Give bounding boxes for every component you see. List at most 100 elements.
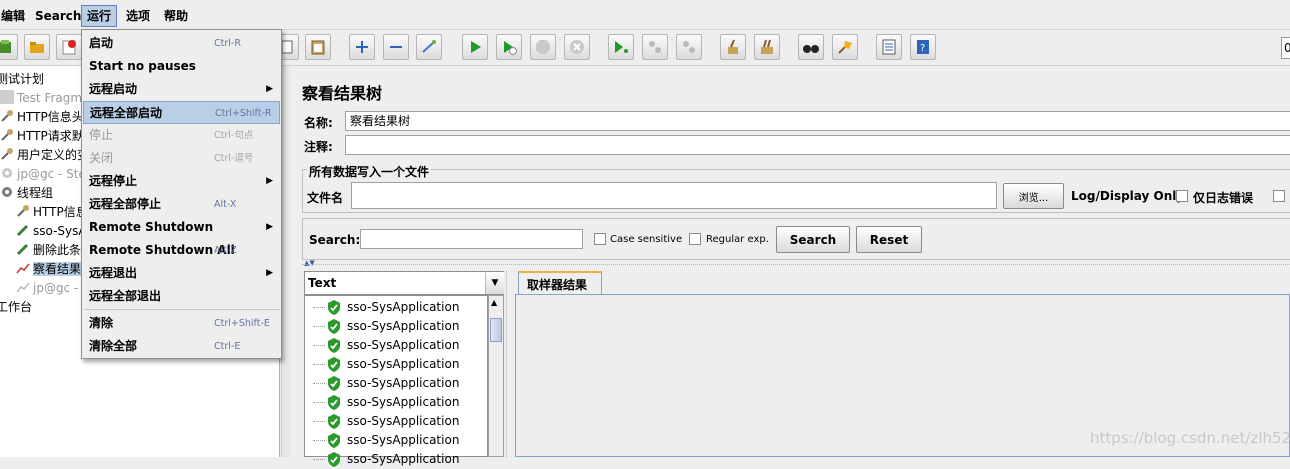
close-file-button[interactable] [56,34,82,60]
tree-item-delete-sampler[interactable]: 删除此条 [16,241,81,260]
tree-item-test-fragment[interactable]: Test Fragme [0,89,89,108]
menu-edit[interactable]: 编辑 [0,5,30,27]
shutdown-button[interactable] [564,34,590,60]
run-menu-item-start[interactable]: 启动 Ctrl-R [83,32,280,55]
result-row[interactable]: sso-SysApplication [305,336,487,355]
horizontal-splitter[interactable] [302,264,1290,265]
expand-button[interactable] [349,34,375,60]
result-row[interactable]: sso-SysApplication [305,450,487,469]
search-button[interactable]: Search [776,226,850,253]
plus-icon [356,41,368,53]
run-menu-item-remote-exit-all[interactable]: 远程全部退出 [83,285,280,308]
paste-button[interactable] [305,34,331,60]
result-row[interactable]: sso-SysApplication [305,412,487,431]
comment-field[interactable] [345,135,1290,155]
results-scrollbar[interactable]: ▲ [488,295,504,457]
broom-icon [728,39,738,54]
errors-only-label: 仅日志错误 [1193,191,1254,205]
toggle-button[interactable] [416,34,442,60]
tab-sampler-result[interactable]: 取样器结果 [518,271,602,295]
remote-start-icon [615,41,628,53]
name-field[interactable]: 察看结果树 [345,111,1290,131]
reset-search-button[interactable] [832,34,858,60]
clear-button[interactable] [720,34,746,60]
remote-start-all-button[interactable] [608,34,634,60]
renderer-select[interactable]: Text ▼ [304,271,504,295]
filename-input[interactable] [351,182,997,209]
tree-item-workbench[interactable]: 工作台 [0,298,32,317]
vertical-splitter[interactable] [281,66,290,457]
menu-options[interactable]: 选项 [121,5,155,27]
stop-button[interactable] [530,34,556,60]
submenu-arrow-icon: ▶ [266,84,273,94]
collapse-arrows-icon[interactable]: ▲▼ [304,259,315,267]
case-sensitive-checkbox[interactable] [594,233,606,245]
tree-item-view-results-tree[interactable]: 察看结果 [16,260,82,279]
find-button[interactable] [798,34,824,60]
run-menu-item-remote-stop[interactable]: 远程停止 ▶ [83,170,280,193]
clear-all-button[interactable] [754,34,780,60]
start-no-pause-button[interactable] [496,34,522,60]
wrench-icon [0,147,14,161]
reset-button[interactable]: Reset [856,226,922,253]
start-button[interactable] [462,34,488,60]
remote-stop-all-button[interactable] [642,34,668,60]
tree-item-thread-group[interactable]: 线程组 [0,184,53,203]
menu-help[interactable]: 帮助 [159,5,193,27]
search-input[interactable] [360,229,583,249]
result-row[interactable]: sso-SysApplication [305,374,487,393]
tree-connector [313,440,325,441]
tree-item-http-info[interactable]: HTTP信息 [16,203,88,222]
fragment-icon [0,90,14,104]
errors-only-checkbox[interactable] [1176,190,1188,202]
tree-connector [313,326,325,327]
result-row[interactable]: sso-SysApplication [305,355,487,374]
svg-text:?: ? [920,43,925,54]
help-book-icon: ? [917,40,929,54]
tree-item-http-defaults[interactable]: HTTP请求默 [0,127,84,146]
remote-shutdown-all-button[interactable] [676,34,702,60]
run-menu-item-remote-start[interactable]: 远程启动 ▶ [83,78,280,101]
run-menu-item-remote-shutdown[interactable]: Remote Shutdown ▶ [83,216,280,239]
tree-item-sso-sampler[interactable]: sso-SysA [16,222,87,241]
function-helper-button[interactable] [876,34,902,60]
run-menu-item-stop[interactable]: 停止 Ctrl-句点 [83,124,280,147]
run-menu-item-clear-all[interactable]: 清除全部 Ctrl-E [83,335,280,358]
tree-item-http-header[interactable]: HTTP信息头 [0,108,84,127]
run-menu-item-remote-stop-all[interactable]: 远程全部停止 Alt-X [83,193,280,216]
open-button[interactable] [24,34,50,60]
collapse-button[interactable] [383,34,409,60]
template-button[interactable] [0,34,18,60]
help-button[interactable]: ? [910,34,936,60]
regex-checkbox[interactable] [689,233,701,245]
tree-connector [313,307,325,308]
watermark: https://blog.csdn.net/zlh521 [1090,429,1290,447]
run-menu-item-start-no-pauses[interactable]: Start no pauses [83,55,280,78]
browse-button[interactable]: 浏览... [1003,183,1064,209]
chevron-down-icon[interactable]: ▼ [485,272,504,294]
menu-run[interactable]: 运行 [81,5,118,27]
run-menu-item-label: 清除全部 [89,339,138,353]
run-menu-item-remote-shutdown-all[interactable]: Remote Shutdown All Alt-Z [83,239,280,262]
tree-item-jp-listener[interactable]: jp@gc - [16,279,78,298]
run-menu-item-label: 关闭 [89,151,114,165]
tree-item-stepping-group[interactable]: jp@gc - Step [0,165,93,184]
result-row[interactable]: sso-SysApplication [305,298,487,317]
result-row[interactable]: sso-SysApplication [305,317,487,336]
tree-item-test-plan[interactable]: 测试计划 [0,70,44,89]
scroll-up-icon[interactable]: ▲ [491,298,497,307]
run-menu-item-shutdown[interactable]: 关闭 Ctrl-逗号 [83,147,280,170]
results-splitter[interactable] [506,271,514,457]
run-menu-item-remote-exit[interactable]: 远程退出 ▶ [83,262,280,285]
result-label: sso-SysApplication [347,376,460,390]
successes-only-checkbox[interactable] [1273,190,1285,202]
result-label: sso-SysApplication [347,319,460,333]
result-row[interactable]: sso-SysApplication [305,393,487,412]
run-menu-item-remote-start-all[interactable]: 远程全部启动 Ctrl+Shift-R [83,101,280,124]
tree-item-user-variables[interactable]: 用户定义的变 [0,146,89,165]
run-menu-item-label: 远程停止 [89,174,138,188]
run-menu-item-clear[interactable]: 清除 Ctrl+Shift-E [83,312,280,335]
menu-search[interactable]: Search [30,5,86,27]
result-row[interactable]: sso-SysApplication [305,431,487,450]
scroll-thumb[interactable] [490,318,502,342]
